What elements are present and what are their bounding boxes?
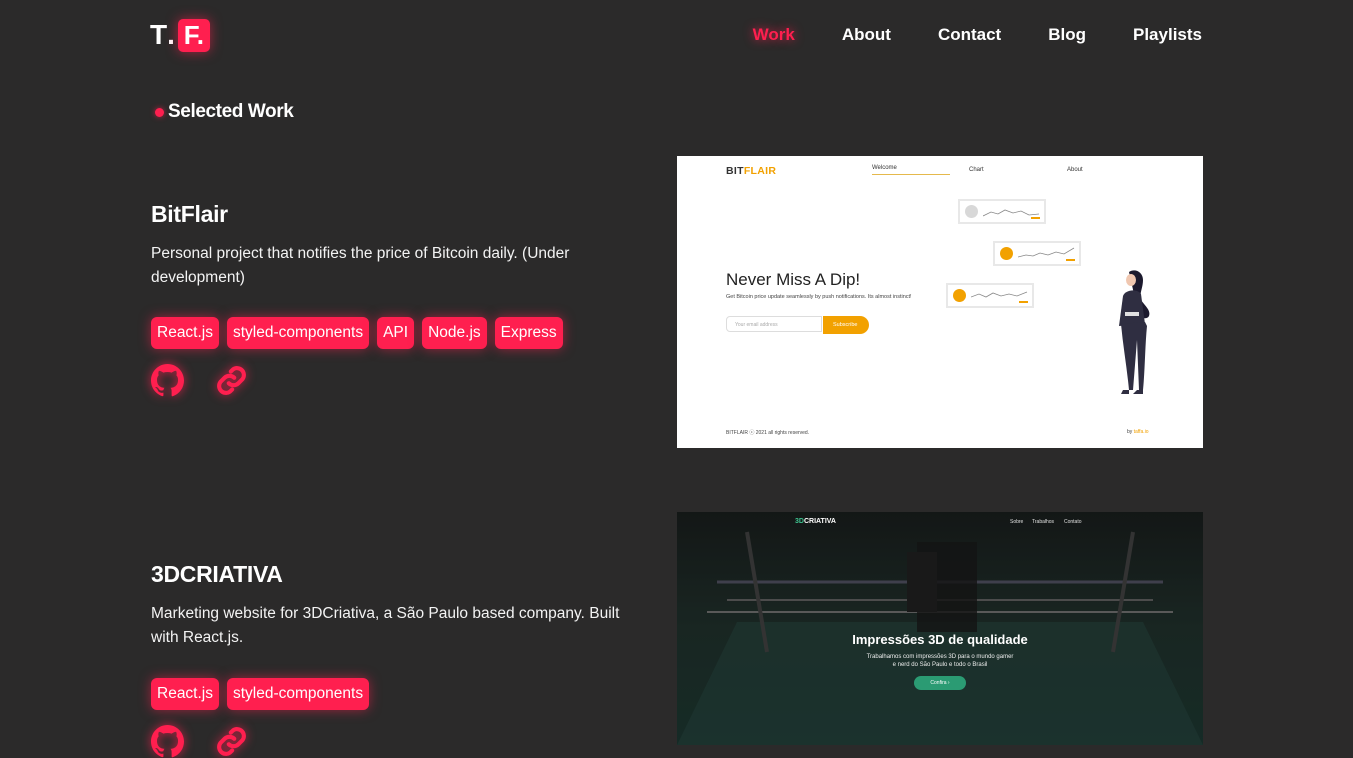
link-icon[interactable] bbox=[215, 725, 248, 758]
bitflair-chart-card bbox=[958, 199, 1046, 224]
project-description: Marketing website for 3DCriativa, a São … bbox=[151, 605, 620, 646]
project-title: 3DCRIATIVA bbox=[151, 561, 283, 587]
github-icon[interactable] bbox=[151, 364, 184, 397]
3dcriativa-logo: 3DCRIATIVA bbox=[795, 518, 836, 525]
nav-blog[interactable]: Blog bbox=[1048, 25, 1086, 45]
section-title: Selected Work bbox=[168, 101, 294, 122]
bitflair-subtext: Get Bitcoin price update seamlessly by p… bbox=[726, 294, 912, 300]
tag-react[interactable]: React.js bbox=[151, 678, 219, 710]
bitflair-headline: Never Miss A Dip! bbox=[726, 270, 861, 289]
3dcriativa-headline: Impressões 3D de qualidade bbox=[852, 632, 1028, 647]
down-arrow-icon bbox=[965, 205, 978, 218]
3dcriativa-subtext: Trabalhamos com impressões 3D para o mun… bbox=[866, 654, 1014, 668]
site-logo[interactable]: T . F. bbox=[150, 18, 210, 52]
bitflair-footer-copyright: BITFLAIR ⓒ 2021 all rights reserved. bbox=[726, 430, 810, 436]
bitflair-nav-welcome: Welcome bbox=[872, 165, 950, 175]
tag-list: React.js styled-components bbox=[151, 678, 621, 710]
3dcriativa-nav-sobre: Sobre bbox=[1010, 519, 1024, 525]
project-bitflair: BitFlair Personal project that notifies … bbox=[151, 201, 621, 397]
nav-playlists[interactable]: Playlists bbox=[1133, 25, 1202, 45]
link-icon[interactable] bbox=[215, 364, 248, 397]
tag-styled-components[interactable]: styled-components bbox=[227, 317, 370, 349]
bullet-dot bbox=[155, 107, 164, 117]
project-title: BitFlair bbox=[151, 201, 228, 227]
up-arrow-icon bbox=[953, 289, 966, 302]
up-arrow-icon bbox=[1000, 247, 1013, 260]
bitflair-chart-card bbox=[946, 283, 1034, 308]
tag-api[interactable]: API bbox=[377, 317, 415, 349]
project-3dcriativa: 3DCRIATIVA Marketing website for 3DCriat… bbox=[151, 561, 621, 758]
bitflair-subscribe-button: Subscribe bbox=[823, 316, 869, 334]
project-description: Personal project that notifies the price… bbox=[151, 245, 570, 286]
tag-nodejs[interactable]: Node.js bbox=[422, 317, 487, 349]
woman-illustration bbox=[1119, 270, 1150, 394]
logo-letter-f-badge: F. bbox=[177, 18, 210, 52]
section-heading: Selected Work bbox=[155, 101, 294, 123]
3dcriativa-cta-button: Confira › bbox=[914, 676, 966, 690]
bitflair-chart-card bbox=[993, 241, 1081, 266]
logo-dot: . bbox=[167, 19, 175, 50]
main-nav: Work About Contact Blog Playlists bbox=[753, 25, 1202, 45]
tag-list: React.js styled-components API Node.js E… bbox=[151, 317, 621, 349]
tag-express[interactable]: Express bbox=[494, 317, 563, 349]
bitflair-footer-credit: by taffa.io bbox=[1127, 429, 1149, 435]
project-links bbox=[151, 364, 621, 397]
nav-about[interactable]: About bbox=[842, 25, 891, 45]
bitflair-screenshot[interactable]: BITFLAIR Welcome Chart About Never Miss … bbox=[677, 156, 1203, 448]
nav-contact[interactable]: Contact bbox=[938, 25, 1001, 45]
bitflair-nav-chart: Chart bbox=[969, 167, 984, 173]
bitflair-nav-about: About bbox=[1067, 167, 1083, 173]
bitflair-logo: BITFLAIR bbox=[726, 165, 777, 177]
3dcriativa-nav-contato: Contato bbox=[1064, 519, 1082, 525]
project-links bbox=[151, 725, 621, 758]
3d-printer-background bbox=[677, 512, 1203, 745]
github-icon[interactable] bbox=[151, 725, 184, 758]
3dcriativa-nav-trabalhos: Trabalhos bbox=[1032, 519, 1055, 525]
bitflair-email-input: Your email address bbox=[726, 316, 822, 332]
nav-work[interactable]: Work bbox=[753, 25, 795, 45]
logo-letter-t: T bbox=[150, 19, 168, 50]
tag-styled-components[interactable]: styled-components bbox=[227, 678, 370, 710]
3dcriativa-screenshot[interactable]: 3DCRIATIVA Sobre Trabalhos Contato Impre… bbox=[677, 512, 1203, 745]
tag-react[interactable]: React.js bbox=[151, 317, 219, 349]
